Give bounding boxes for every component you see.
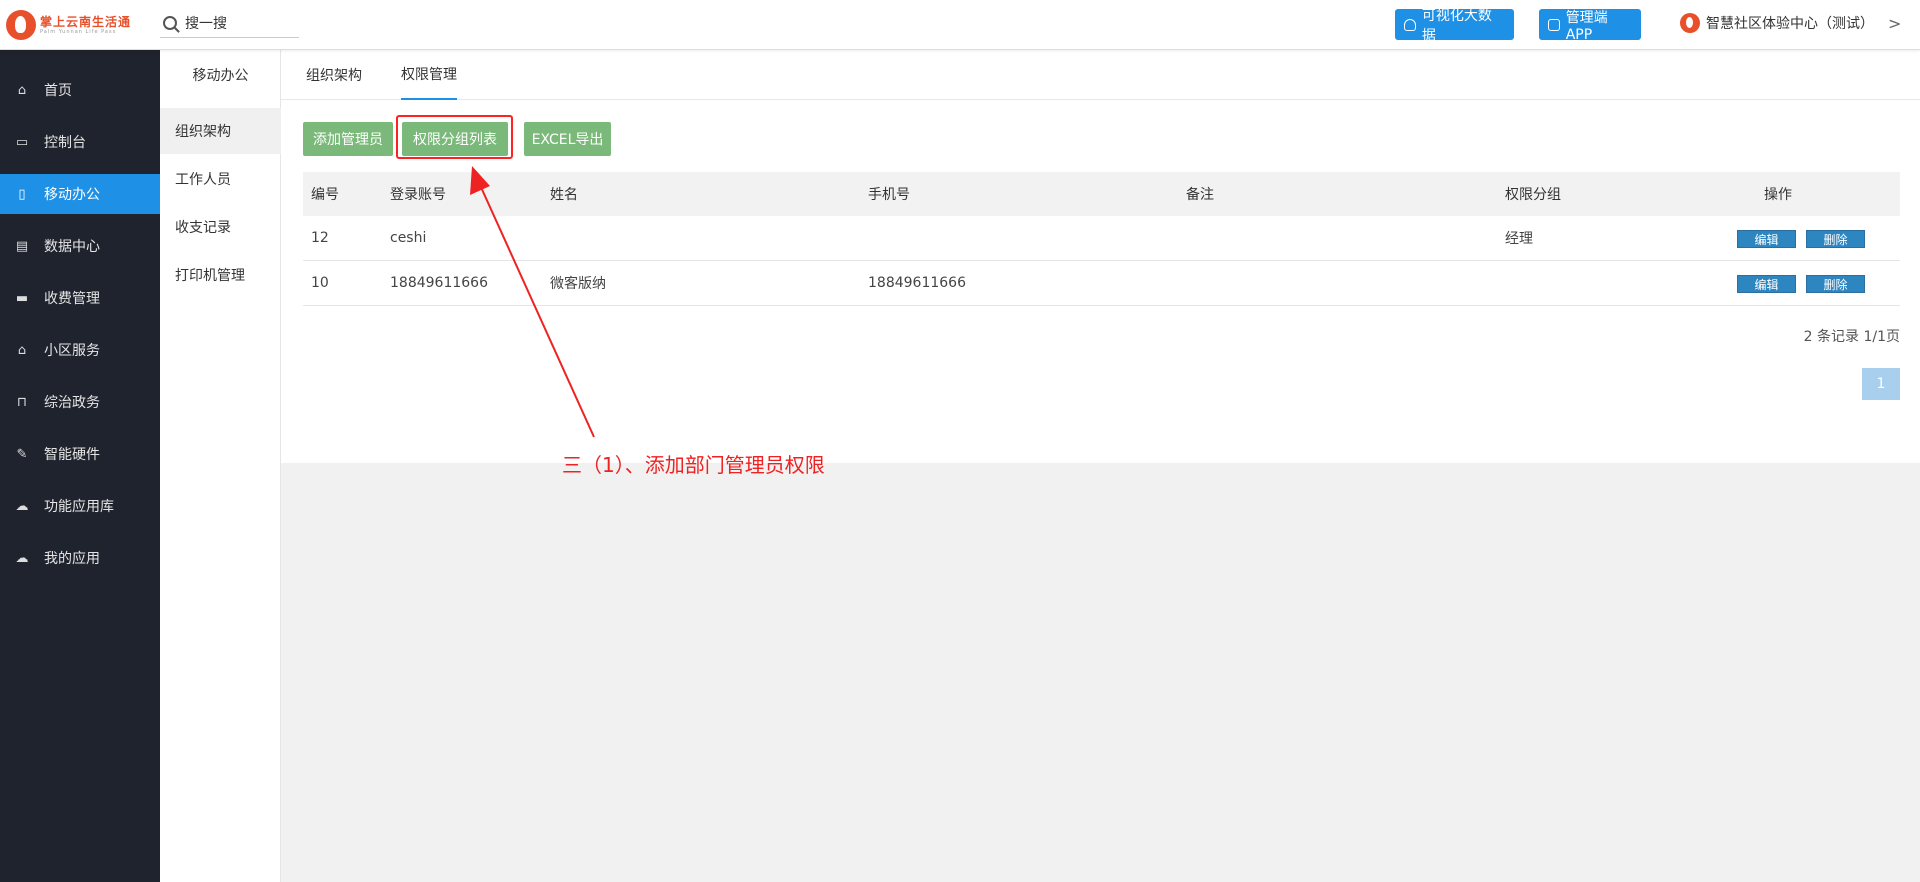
phone-icon	[1548, 18, 1560, 31]
org-logo-icon	[1680, 13, 1700, 33]
admin-app-button[interactable]: 管理端APP	[1539, 9, 1641, 43]
annotation-text: 三（1）、添加部门管理员权限	[562, 453, 825, 477]
logo-text: 掌上云南生活通	[40, 14, 132, 29]
app-root: 掌上云南生活通 Palm Yunnan Life Pass 搜一搜 可视化大数据…	[0, 0, 1920, 882]
bigdata-button[interactable]: 可视化大数据	[1395, 8, 1514, 44]
search-icon	[163, 16, 177, 30]
bigdata-button-label: 可视化大数据	[1421, 7, 1492, 44]
org-name: 智慧社区体验中心（测试）	[1706, 16, 1874, 32]
annotation-arrow	[470, 166, 595, 438]
org-switcher[interactable]: 智慧社区体验中心（测试） >	[1680, 13, 1901, 33]
top-bar: 掌上云南生活通 Palm Yunnan Life Pass 搜一搜 可视化大数据…	[0, 0, 1920, 50]
logo-subtext: Palm Yunnan Life Pass	[40, 28, 117, 35]
search-input[interactable]: 搜一搜	[160, 9, 299, 38]
cloud-icon	[1404, 18, 1416, 31]
chevron-right-icon: >	[1888, 13, 1902, 33]
logo-mark-icon	[6, 10, 36, 40]
search-label: 搜一搜	[185, 16, 227, 32]
logo[interactable]: 掌上云南生活通 Palm Yunnan Life Pass	[6, 9, 131, 41]
admin-app-button-label: 管理端APP	[1565, 9, 1608, 43]
